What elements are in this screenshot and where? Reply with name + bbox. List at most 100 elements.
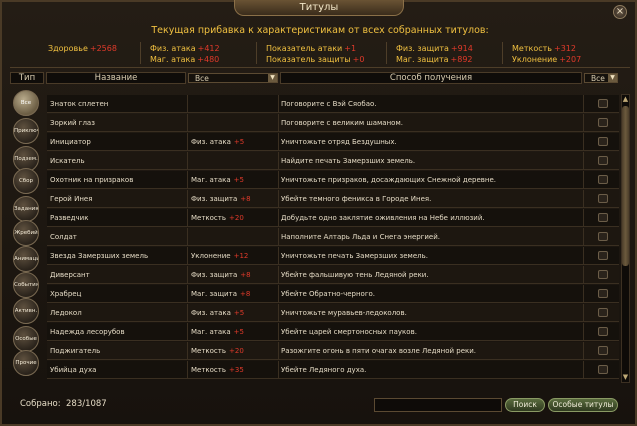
column-divider xyxy=(278,361,279,379)
status-checkbox[interactable] xyxy=(598,99,608,108)
bonus-value: +5 xyxy=(233,328,244,336)
table-row[interactable]: Поджигатель Меткость +20 Разожгите огонь в … xyxy=(47,342,619,360)
table-row[interactable]: Искатель Найдите печать Замерзших земель. xyxy=(47,152,619,170)
close-icon[interactable]: × xyxy=(613,5,627,19)
filter-quests[interactable]: Задания xyxy=(13,196,39,222)
filter-adventure[interactable]: Приключ. xyxy=(13,118,39,144)
title-requirement: Наполните Алтарь Льда и Снега энергией. xyxy=(281,233,441,241)
scroll-down-icon[interactable]: ▼ xyxy=(621,373,630,382)
column-divider xyxy=(583,114,584,132)
bonus-filter-select[interactable]: Все ▼ xyxy=(188,73,278,83)
search-input[interactable] xyxy=(374,398,502,412)
collected-count: 283/1087 xyxy=(66,399,107,409)
scroll-up-icon[interactable]: ▲ xyxy=(621,95,630,104)
filter-special[interactable]: Особые xyxy=(13,326,39,352)
status-checkbox[interactable] xyxy=(598,308,608,317)
filter-lottery[interactable]: Жребий xyxy=(13,220,39,246)
table-row[interactable]: Зоркий глаз Поговорите с великим шаманом. xyxy=(47,114,619,132)
status-checkbox[interactable] xyxy=(598,118,608,127)
title-name: Искатель xyxy=(50,157,85,165)
title-name: Ледокол xyxy=(50,309,82,317)
title-bonus xyxy=(191,114,276,132)
table-row[interactable]: Диверсант Физ. защита +8 Убейте фальшивую т… xyxy=(47,266,619,284)
bonus-title: Текущая прибавка к характеристикам от вс… xyxy=(151,25,489,36)
stat-mag-defense: Маг. защита +892 xyxy=(396,55,473,64)
stat-phys-defense: Физ. защита +914 xyxy=(396,44,473,53)
filter-events[interactable]: События xyxy=(13,272,39,298)
title-requirement: Убейте фальшивую тень Ледяной реки. xyxy=(281,271,429,279)
column-divider xyxy=(187,285,188,303)
status-filter-select[interactable]: Все ▼ xyxy=(584,73,618,83)
status-checkbox[interactable] xyxy=(598,213,608,222)
stat-label: Меткость xyxy=(512,44,552,53)
status-checkbox[interactable] xyxy=(598,346,608,355)
status-checkbox[interactable] xyxy=(598,175,608,184)
column-type: Тип xyxy=(10,72,44,84)
filter-other[interactable]: Прочие xyxy=(13,350,39,376)
status-checkbox[interactable] xyxy=(598,289,608,298)
column-name[interactable]: Название xyxy=(46,72,186,84)
table-row[interactable]: Ледокол Физ. атака +5 Уничтожьте муравьев-л… xyxy=(47,304,619,322)
divider xyxy=(140,42,141,64)
status-checkbox[interactable] xyxy=(598,365,608,374)
stat-value: +412 xyxy=(197,44,220,53)
bonus-value: +20 xyxy=(229,214,244,222)
status-checkbox[interactable] xyxy=(598,232,608,241)
table-row[interactable]: Инициатор Физ. атака +5 Уничтожьте отряд Бе… xyxy=(47,133,619,151)
scrollbar-thumb[interactable] xyxy=(622,106,629,266)
stat-hp: Здоровье +2568 xyxy=(48,44,117,53)
special-titles-button[interactable]: Особые титулы xyxy=(548,398,618,412)
column-divider xyxy=(583,247,584,265)
title-requirement: Разожгите огонь в пяти очагах возле Ледя… xyxy=(281,347,477,355)
filter-animation[interactable]: Анимация xyxy=(13,246,39,272)
column-divider xyxy=(187,209,188,227)
filter-activity[interactable]: Активн. xyxy=(13,298,39,324)
bonus-filter-value: Все xyxy=(195,74,209,83)
column-divider xyxy=(583,342,584,360)
column-how: Способ получения xyxy=(280,72,582,84)
status-checkbox[interactable] xyxy=(598,251,608,260)
divider xyxy=(386,42,387,64)
table-row[interactable]: Храбрец Маг. защита +8 Убейте Обратно-черно… xyxy=(47,285,619,303)
column-divider xyxy=(583,190,584,208)
bonus-value: +5 xyxy=(233,138,245,146)
table-row[interactable]: Звезда Замерзших земель Уклонение +12 Уничт… xyxy=(47,247,619,265)
column-divider xyxy=(187,95,188,113)
status-checkbox[interactable] xyxy=(598,327,608,336)
title-name: Инициатор xyxy=(50,138,91,146)
column-divider xyxy=(583,323,584,341)
status-checkbox[interactable] xyxy=(598,137,608,146)
title-name: Солдат xyxy=(50,233,77,241)
status-checkbox[interactable] xyxy=(598,194,608,203)
filter-all[interactable]: Все xyxy=(13,90,39,116)
title-bonus xyxy=(191,95,276,113)
status-checkbox[interactable] xyxy=(598,156,608,165)
table-row[interactable]: Знаток сплетен Поговорите с Вэй Сяобао. xyxy=(47,95,619,113)
bonus-value: +35 xyxy=(229,366,244,374)
column-divider xyxy=(278,95,279,113)
filter-gathering[interactable]: Сбор xyxy=(13,168,39,194)
bonus-label: Маг. защита xyxy=(191,290,237,298)
stat-mag-attack: Маг. атака +480 xyxy=(150,55,219,64)
table-row[interactable]: Разведчик Меткость +20 Добудьте одно заклят… xyxy=(47,209,619,227)
table-row[interactable]: Герой Инея Физ. защита +8 Убейте темного фе… xyxy=(47,190,619,208)
title-name: Убийца духа xyxy=(50,366,97,374)
bonus-label: Физ. защита xyxy=(191,271,238,279)
stat-value: +2568 xyxy=(89,44,117,53)
table-row[interactable]: Охотник на призраков Маг. атака +5 Уничтожь… xyxy=(47,171,619,189)
column-divider xyxy=(583,361,584,379)
table-row[interactable]: Надежда лесорубов Маг. атака +5 Убейте царе… xyxy=(47,323,619,341)
column-divider xyxy=(187,228,188,246)
title-requirement: Поговорите с великим шаманом. xyxy=(281,119,403,127)
column-divider xyxy=(187,266,188,284)
table-row[interactable]: Убийца духа Меткость +35 Убейте Ледяного ду… xyxy=(47,361,619,379)
column-divider xyxy=(278,228,279,246)
status-checkbox[interactable] xyxy=(598,270,608,279)
stat-label: Здоровье xyxy=(48,44,88,53)
title-bonus: Меткость +20 xyxy=(191,209,276,227)
search-button[interactable]: Поиск xyxy=(505,398,545,412)
divider xyxy=(256,42,257,64)
column-divider xyxy=(583,304,584,322)
chevron-down-icon: ▼ xyxy=(268,74,277,82)
table-row[interactable]: Солдат Наполните Алтарь Льда и Снега энер… xyxy=(47,228,619,246)
